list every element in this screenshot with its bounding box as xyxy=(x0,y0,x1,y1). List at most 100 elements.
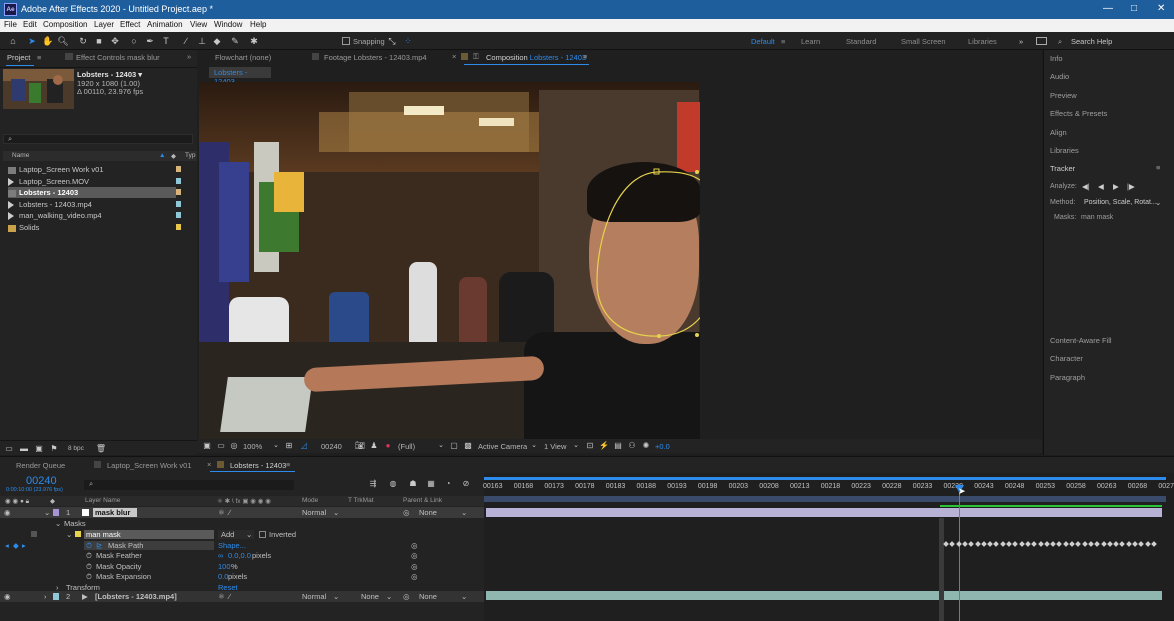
puppet-tool-icon[interactable]: ✱ xyxy=(248,35,260,47)
snapping-checkbox[interactable] xyxy=(342,37,350,45)
panel-libraries[interactable]: Libraries xyxy=(1050,146,1079,155)
layer-quality-icon[interactable]: ∕ xyxy=(229,508,230,517)
layer-row[interactable]: ◉ ⌄ 1 mask blur ⚛ ∕ Normal ⌄ ◎ None ⌄ xyxy=(0,507,484,518)
layer-switch-icon[interactable]: ⚛ xyxy=(218,508,225,517)
tab-flowchart[interactable]: Flowchart (none) xyxy=(215,53,271,62)
project-settings-icon[interactable]: ⚑ xyxy=(48,443,60,455)
layer-mode-dropdown[interactable]: Normal xyxy=(302,508,326,517)
brush-tool-icon[interactable]: ∕ xyxy=(180,35,192,47)
analyze-back-frames-icon[interactable]: ◀| xyxy=(1082,182,1090,191)
comp-name[interactable]: Lobsters - 12403 ▾ xyxy=(77,70,142,79)
tab-composition[interactable]: Composition Lobsters - 12403 xyxy=(486,53,586,62)
mask-handle[interactable] xyxy=(695,170,699,174)
frame-blending-icon[interactable]: ▦ xyxy=(425,478,437,490)
panel-audio[interactable]: Audio xyxy=(1050,72,1069,81)
comp-navigator-chip[interactable]: Lobsters - 12403 xyxy=(209,67,271,86)
stopwatch-icon[interactable]: ⏱︎ xyxy=(86,551,92,561)
expand-layer-icon[interactable]: › xyxy=(44,592,47,601)
clone-stamp-tool-icon[interactable]: ⊥ xyxy=(196,35,208,47)
project-item-selected[interactable]: Lobsters - 12403 xyxy=(8,187,176,198)
layer-row[interactable]: ◉ › 2 ▶ [Lobsters - 12403.mp4] ⚛ ∕ Norma… xyxy=(0,591,484,602)
mask-handle[interactable] xyxy=(695,333,699,337)
layer-name[interactable]: mask blur xyxy=(95,508,130,517)
layer-trkmat-dropdown[interactable]: None xyxy=(361,592,379,601)
draft-3d-icon[interactable]: ◍ xyxy=(387,478,399,490)
snap-features-icon[interactable]: ⁘ xyxy=(402,35,414,47)
layer-label-color[interactable] xyxy=(53,593,59,600)
tracker-masks-value[interactable]: man mask xyxy=(1081,214,1113,221)
bit-depth-button[interactable]: 8 bpc xyxy=(68,445,84,452)
tab-project[interactable]: Project xyxy=(7,53,30,62)
mode-header[interactable]: Mode xyxy=(302,497,318,504)
more-workspaces-icon[interactable]: » xyxy=(1019,37,1023,46)
expand-layer-icon[interactable]: ⌄ xyxy=(44,508,50,517)
home-icon[interactable]: ⌂ xyxy=(7,35,19,47)
name-column-header[interactable]: Name xyxy=(12,152,29,159)
project-search-input[interactable] xyxy=(3,134,193,144)
menu-effect[interactable]: Effect xyxy=(120,20,140,29)
pen-tool-icon[interactable]: ✒ xyxy=(144,35,156,47)
close-timeline-tab-icon[interactable]: × xyxy=(207,460,211,469)
mask-feather-row[interactable]: ⏱︎ Mask Feather ∞ 0.0,0.0 pixels ◎ xyxy=(0,550,484,561)
mask-handle[interactable] xyxy=(657,334,661,338)
snapshot-icon[interactable]: 📷︎ xyxy=(354,440,366,452)
mask-lock-icon[interactable] xyxy=(31,531,37,537)
constrain-proportions-icon[interactable]: ∞ xyxy=(218,551,223,560)
hand-tool-icon[interactable]: ✋ xyxy=(42,35,54,47)
tracker-menu-icon[interactable]: ≡ xyxy=(1156,163,1160,172)
menu-layer[interactable]: Layer xyxy=(94,20,114,29)
add-keyframe-icon[interactable]: ◆ xyxy=(13,541,19,550)
zoom-dropdown[interactable]: 100% xyxy=(243,442,262,451)
menu-edit[interactable]: Edit xyxy=(23,20,37,29)
monitor-icon[interactable]: ▭ xyxy=(215,440,227,452)
parent-header[interactable]: Parent & Link xyxy=(403,497,442,504)
menu-file[interactable]: File xyxy=(4,20,17,29)
menu-view[interactable]: View xyxy=(190,20,207,29)
project-item[interactable]: man_walking_video.mp4 xyxy=(8,210,184,221)
close-button[interactable]: ✕ xyxy=(1157,3,1165,14)
workspace-standard[interactable]: Standard xyxy=(846,37,876,46)
panel-toggle-icon[interactable] xyxy=(1036,37,1047,45)
layer-label-color[interactable] xyxy=(53,509,59,516)
shy-layers-icon[interactable]: ☗ xyxy=(407,478,419,490)
composition-menu-icon[interactable]: ≡ xyxy=(583,52,587,61)
project-item[interactable]: Laptop_Screen Work v01 xyxy=(8,164,184,175)
eye-icon[interactable]: ◉ xyxy=(4,592,11,601)
camera-tool-icon[interactable]: ■ xyxy=(93,35,105,47)
analyze-back-icon[interactable]: ◀ xyxy=(1098,182,1104,191)
safe-margins-icon[interactable]: ⊞ xyxy=(283,440,295,452)
panel-paragraph[interactable]: Paragraph xyxy=(1050,373,1085,382)
graph-editor-icon[interactable]: ⊘ xyxy=(460,478,472,490)
layer-parent-dropdown[interactable]: None xyxy=(419,508,437,517)
parent-pickwhip-icon[interactable]: ◎ xyxy=(403,508,410,517)
timeline-current-time[interactable]: 00240 xyxy=(26,475,57,487)
panel-effects-presets[interactable]: Effects & Presets xyxy=(1050,109,1107,118)
search-help-input[interactable]: Search Help xyxy=(1071,37,1112,46)
layer-parent-dropdown[interactable]: None xyxy=(419,592,437,601)
tab-lobsters-timeline[interactable]: Lobsters - 12403 xyxy=(230,461,286,470)
graph-icon[interactable]: ⊵ xyxy=(96,541,102,550)
ellipse-tool-icon[interactable]: ○ xyxy=(128,35,140,47)
composition-frame[interactable] xyxy=(199,82,700,439)
mask-mode-dropdown[interactable]: Add xyxy=(221,530,234,539)
comp-flowchart-icon[interactable]: ⇶ xyxy=(367,478,379,490)
transparency-grid-icon[interactable]: ▩ xyxy=(462,440,474,452)
lobsters-tab-lock-icon[interactable] xyxy=(217,461,224,468)
mask-visibility-icon[interactable]: ◎ xyxy=(228,440,240,452)
project-item[interactable]: Lobsters - 12403.mp4 xyxy=(8,199,184,210)
layer-1-duration-bar[interactable] xyxy=(486,508,1162,517)
mask-name[interactable]: man mask xyxy=(86,530,121,539)
parent-pickwhip-icon[interactable]: ◎ xyxy=(403,592,410,601)
toggle-pixel-aspect-icon[interactable]: ⊡ xyxy=(584,440,596,452)
panel-tracker[interactable]: Tracker xyxy=(1050,164,1075,173)
expand-mask-icon[interactable]: ⌄ xyxy=(66,530,72,539)
timeline-menu-icon[interactable]: ≡ xyxy=(286,460,290,469)
prev-keyframe-icon[interactable]: ◂ xyxy=(5,541,9,550)
views-dropdown[interactable]: 1 View xyxy=(544,442,566,451)
tab-render-queue[interactable]: Render Queue xyxy=(16,461,65,470)
rotate-tool-icon[interactable]: ↻ xyxy=(77,35,89,47)
analyze-forward-frames-icon[interactable]: |▶ xyxy=(1127,182,1135,191)
toggle-mask-path-icon[interactable]: ◿ xyxy=(298,440,310,452)
expression-pickwhip-icon[interactable]: ◎ xyxy=(411,541,418,550)
type-tool-icon[interactable]: T xyxy=(160,35,172,47)
